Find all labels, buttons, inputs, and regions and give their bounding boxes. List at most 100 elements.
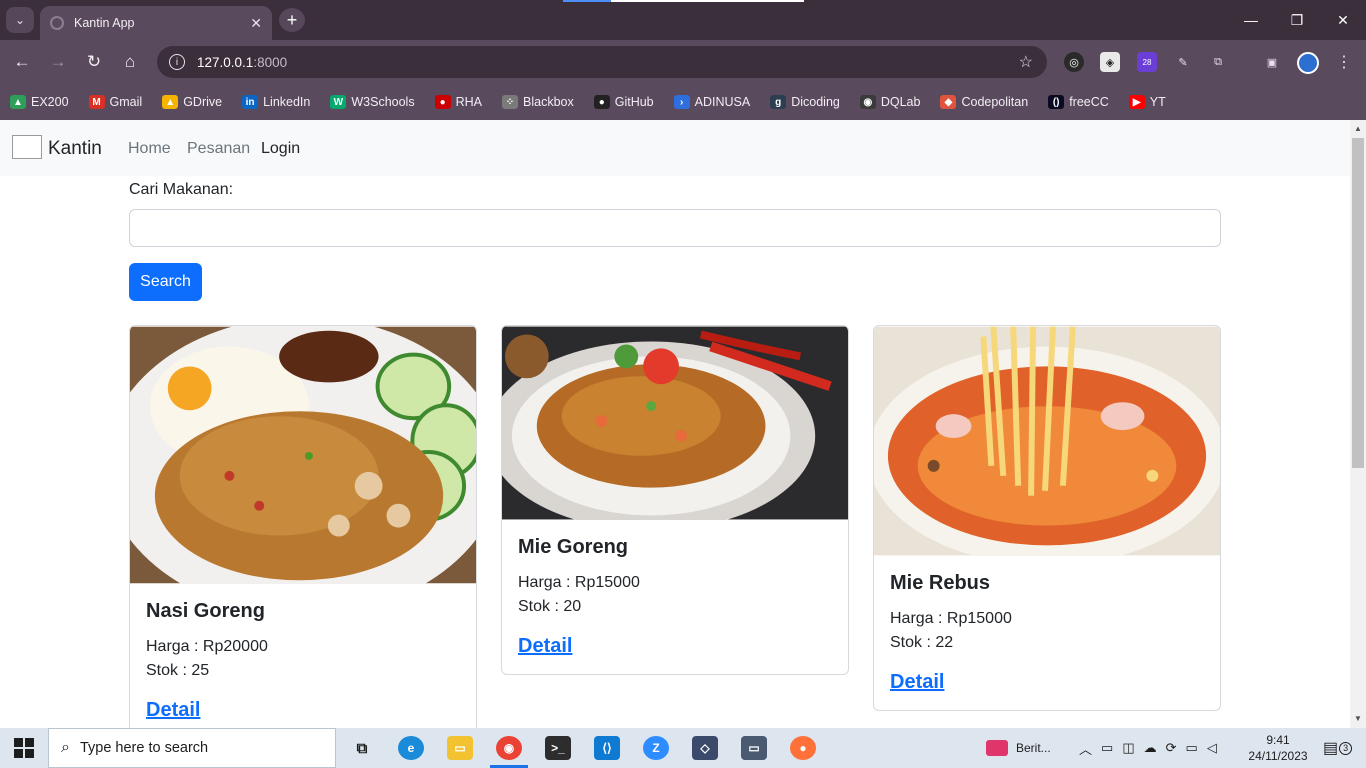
notification-center[interactable]: ▤ 3 — [1323, 728, 1353, 768]
meet-now-icon[interactable]: ◫ — [1122, 740, 1134, 756]
zoom-icon[interactable]: Z — [643, 736, 669, 760]
forward-icon[interactable]: → — [46, 50, 70, 74]
tab-search-button[interactable]: ⌄ — [6, 7, 34, 33]
home-icon[interactable]: ⌂ — [118, 50, 142, 74]
notification-count: 3 — [1339, 741, 1353, 755]
bookmark-freecc[interactable]: () freeCC — [1048, 95, 1109, 109]
page-scrollbar[interactable]: ▲ ▼ — [1350, 120, 1366, 728]
battery-icon[interactable]: ▭ — [1186, 740, 1198, 756]
youtube-icon: ▶ — [1128, 95, 1145, 109]
chrome-icon[interactable]: ◉ — [496, 736, 522, 760]
task-view-icon[interactable]: ⧉ — [349, 736, 375, 760]
redhat-icon: ● — [434, 95, 451, 109]
bookmark-w3schools[interactable]: W W3Schools — [330, 95, 415, 109]
search-label: Cari Makanan: — [129, 181, 234, 198]
virtualbox-icon[interactable]: ◇ — [692, 736, 718, 760]
dicoding-icon: g — [770, 95, 787, 109]
window-close-icon[interactable]: ✕ — [1320, 0, 1366, 40]
codepolitan-icon: ◆ — [940, 95, 957, 109]
bookmark-blackbox[interactable]: ⁘ Blackbox — [502, 95, 574, 109]
side-panel-icon[interactable]: ▣ — [1262, 52, 1282, 72]
search-button[interactable]: Search — [129, 263, 202, 301]
news-widget[interactable]: Berit... — [986, 728, 1051, 768]
bookmark-dqlab[interactable]: ◉ DQLab — [859, 95, 920, 109]
drive-icon: ▲ — [162, 95, 179, 109]
fried-rice-photo — [130, 326, 476, 584]
detail-link[interactable]: Detail — [146, 699, 200, 722]
show-hidden-icon[interactable]: ︿ — [1079, 739, 1092, 758]
edge-icon[interactable]: e — [398, 736, 424, 760]
scroll-down-icon[interactable]: ▼ — [1354, 714, 1362, 723]
nav-login[interactable]: Login — [261, 140, 300, 158]
blackbox-icon: ⁘ — [502, 95, 518, 109]
nav-home[interactable]: Home — [128, 140, 171, 158]
update-icon[interactable]: ⟳ — [1166, 740, 1177, 756]
volume-icon[interactable]: ◁ — [1207, 740, 1217, 756]
extension-badge: 28 — [1142, 57, 1152, 67]
search-input[interactable] — [129, 209, 1221, 247]
reload-icon[interactable]: ↻ — [82, 50, 106, 74]
firefox-icon[interactable]: ● — [790, 736, 816, 760]
card-title: Mie Rebus — [890, 572, 991, 594]
adinusa-icon: › — [673, 95, 690, 109]
detail-link[interactable]: Detail — [518, 635, 572, 658]
menu-card: Mie Goreng Harga : Rp15000 Stok : 20 Det… — [501, 325, 849, 675]
card-price: Harga : Rp15000 — [890, 610, 1012, 627]
clock[interactable]: 9:41 24/11/2023 — [1246, 728, 1310, 768]
onedrive-icon[interactable]: ☁ — [1144, 740, 1157, 756]
vscode-icon[interactable]: ⟨⟩ — [594, 736, 620, 760]
navbar-brand[interactable]: Kantin — [48, 138, 102, 160]
nav-pesanan[interactable]: Pesanan — [187, 140, 250, 158]
bookmark-rha[interactable]: ● RHA — [434, 95, 482, 109]
address-host: 127.0.0.1 — [197, 54, 254, 70]
card-title: Mie Goreng — [518, 536, 629, 558]
windows-start-icon[interactable] — [14, 738, 34, 758]
extension-icon[interactable]: ◎ — [1064, 52, 1084, 72]
extensions-puzzle-icon[interactable]: ⧉ — [1208, 52, 1228, 72]
bookmark-gdrive[interactable]: ▲ GDrive — [162, 95, 222, 109]
minimize-icon[interactable]: — — [1228, 0, 1274, 40]
network-icon[interactable]: ▭ — [1101, 740, 1113, 756]
bookmark-ex200[interactable]: ▲ EX200 — [10, 95, 69, 109]
bookmark-star-icon[interactable]: ☆ — [1019, 52, 1033, 72]
terminal-icon[interactable]: >_ — [545, 736, 571, 760]
search-icon: ⌕ — [61, 739, 70, 756]
system-tray: ︿ ▭ ◫ ☁ ⟳ ▭ ◁ — [1079, 728, 1217, 768]
fried-noodle-photo — [502, 326, 848, 520]
color-picker-icon[interactable]: ✎ — [1173, 52, 1193, 72]
card-title: Nasi Goreng — [146, 600, 265, 622]
bookmark-dicoding[interactable]: g Dicoding — [770, 95, 840, 109]
bookmark-codepolitan[interactable]: ◆ Codepolitan — [940, 95, 1028, 109]
windows-taskbar: ⌕ Type here to search ⧉ e ▭ ◉ >_ ⟨⟩ Z ◇ … — [0, 728, 1366, 768]
card-price: Harga : Rp20000 — [146, 638, 268, 655]
clock-time: 9:41 — [1266, 733, 1290, 747]
bookmark-github[interactable]: ● GitHub — [593, 95, 654, 109]
noodle-soup-photo — [874, 326, 1220, 556]
scroll-thumb[interactable] — [1352, 138, 1364, 468]
w3schools-icon: W — [330, 95, 347, 109]
bookmark-adinusa[interactable]: › ADINUSA — [673, 95, 750, 109]
extension-icon[interactable]: 28 — [1137, 52, 1157, 72]
scroll-up-icon[interactable]: ▲ — [1354, 124, 1362, 133]
new-tab-button[interactable]: + — [279, 8, 305, 32]
file-explorer-icon[interactable]: ▭ — [447, 736, 473, 760]
bookmark-gmail[interactable]: M Gmail — [88, 95, 142, 109]
menu-kebab-icon[interactable]: ⋮ — [1334, 52, 1354, 72]
close-tab-icon[interactable]: ✕ — [250, 15, 262, 32]
browser-toolbar: ← → ↻ ⌂ i 127.0.0.1:8000 ☆ ◎ ◈ 28 ✎ ⧉ ▣ … — [0, 40, 1366, 84]
news-icon — [986, 740, 1008, 756]
taskbar-search[interactable]: ⌕ Type here to search — [48, 728, 336, 768]
bookmark-yt[interactable]: ▶ YT — [1128, 95, 1166, 109]
restore-icon[interactable]: ❐ — [1274, 0, 1320, 40]
detail-link[interactable]: Detail — [890, 671, 944, 694]
back-icon[interactable]: ← — [10, 50, 34, 74]
address-bar[interactable]: i 127.0.0.1:8000 ☆ — [157, 46, 1047, 78]
profile-avatar[interactable] — [1297, 52, 1319, 74]
bookmark-linkedin[interactable]: in LinkedIn — [242, 95, 310, 109]
gmail-icon: M — [88, 95, 105, 109]
news-label: Berit... — [1016, 741, 1051, 755]
remote-desktop-icon[interactable]: ▭ — [741, 736, 767, 760]
tab-kantin[interactable]: Kantin App ✕ — [40, 6, 272, 40]
site-info-icon[interactable]: i — [169, 54, 185, 70]
extension-icon[interactable]: ◈ — [1100, 52, 1120, 72]
